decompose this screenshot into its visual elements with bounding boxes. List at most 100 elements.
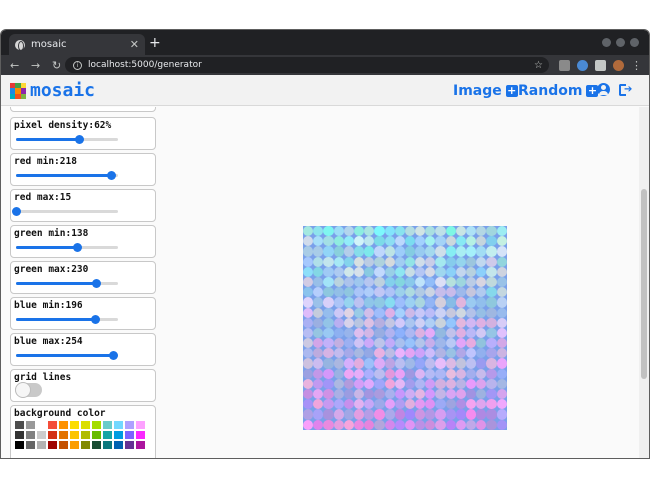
extension-badge-icon[interactable] bbox=[577, 60, 588, 71]
user-circle-icon[interactable] bbox=[597, 83, 610, 96]
reload-button[interactable]: ↻ bbox=[52, 59, 64, 72]
color-swatch[interactable] bbox=[103, 441, 112, 449]
color-swatch[interactable] bbox=[26, 431, 35, 439]
nav-image-link[interactable]: Image + bbox=[453, 83, 518, 99]
slider-thumb[interactable] bbox=[73, 243, 83, 252]
back-button[interactable]: ← bbox=[10, 59, 22, 72]
slider-thumb[interactable] bbox=[12, 207, 21, 216]
red-min-slider[interactable] bbox=[16, 171, 118, 180]
browser-menu-icon[interactable]: ⋮ bbox=[631, 59, 642, 72]
color-swatch[interactable] bbox=[125, 421, 134, 429]
color-swatch[interactable] bbox=[59, 431, 68, 439]
info-icon[interactable]: i bbox=[73, 60, 82, 70]
color-swatch[interactable] bbox=[15, 441, 24, 449]
color-swatch[interactable] bbox=[136, 441, 145, 449]
mosaic-dot bbox=[353, 348, 365, 359]
color-swatch[interactable] bbox=[81, 441, 90, 449]
color-swatch[interactable] bbox=[114, 421, 123, 429]
address-bar[interactable]: i localhost:5000/generator ☆ bbox=[65, 57, 549, 73]
color-swatch[interactable] bbox=[114, 441, 123, 449]
extension-icon[interactable] bbox=[559, 60, 570, 71]
color-swatch[interactable] bbox=[70, 421, 79, 429]
mosaic-dot bbox=[425, 368, 436, 379]
mosaic-dot bbox=[435, 358, 446, 369]
color-swatch[interactable] bbox=[103, 431, 112, 439]
close-tab-icon[interactable]: ✕ bbox=[130, 38, 139, 51]
green-min-slider[interactable] bbox=[16, 243, 118, 252]
color-swatch[interactable] bbox=[37, 441, 46, 449]
red-max-slider[interactable] bbox=[12, 207, 118, 216]
color-swatch[interactable] bbox=[125, 441, 134, 449]
nav-random-label: Random bbox=[518, 83, 583, 99]
grid-lines-control: grid lines bbox=[10, 369, 156, 402]
new-tab-button[interactable]: + bbox=[149, 35, 161, 51]
color-swatch[interactable] bbox=[92, 431, 101, 439]
color-swatch[interactable] bbox=[136, 431, 145, 439]
logout-icon[interactable]: ➔ bbox=[619, 84, 633, 96]
color-swatch[interactable] bbox=[37, 421, 46, 429]
mosaic-dot bbox=[435, 246, 446, 257]
slider-thumb[interactable] bbox=[108, 351, 118, 360]
globe-icon bbox=[15, 39, 25, 51]
grid-lines-toggle[interactable] bbox=[15, 382, 42, 398]
mosaic-dot bbox=[333, 246, 344, 257]
color-swatch[interactable] bbox=[114, 431, 123, 439]
color-swatch[interactable] bbox=[26, 421, 35, 429]
color-swatch[interactable] bbox=[92, 441, 101, 449]
color-swatch[interactable] bbox=[125, 431, 134, 439]
mosaic-dot bbox=[394, 419, 405, 430]
color-swatch[interactable] bbox=[26, 441, 35, 449]
url-text[interactable]: localhost:5000/generator bbox=[88, 60, 534, 70]
nav-random-link[interactable]: Random + bbox=[518, 83, 599, 99]
mosaic-dot bbox=[394, 307, 405, 318]
brand-name[interactable]: mosaic bbox=[30, 80, 95, 101]
color-swatch[interactable] bbox=[70, 441, 79, 449]
color-swatch[interactable] bbox=[48, 441, 57, 449]
color-swatch[interactable] bbox=[81, 421, 90, 429]
pixel-density-slider[interactable] bbox=[16, 135, 118, 144]
mosaic-dot bbox=[394, 368, 405, 379]
color-swatch[interactable] bbox=[81, 431, 90, 439]
blue-max-slider[interactable] bbox=[16, 351, 118, 360]
color-swatch[interactable] bbox=[136, 421, 145, 429]
slider-thumb[interactable] bbox=[75, 135, 85, 144]
page-scrollbar[interactable] bbox=[639, 107, 649, 458]
mosaic-dot bbox=[425, 256, 436, 267]
slider-thumb[interactable] bbox=[106, 171, 116, 180]
nav-image-label: Image bbox=[453, 83, 502, 99]
mosaic-dot bbox=[364, 419, 375, 430]
color-swatch[interactable] bbox=[48, 421, 57, 429]
blue-min-slider[interactable] bbox=[16, 315, 118, 324]
mosaic-dot bbox=[445, 419, 456, 430]
browser-tab[interactable]: mosaic ✕ bbox=[9, 34, 145, 55]
minimize-button[interactable] bbox=[602, 38, 611, 47]
color-swatch[interactable] bbox=[59, 441, 68, 449]
mosaic-logo-icon[interactable] bbox=[10, 83, 26, 99]
green-max-control: green max:230 bbox=[10, 261, 156, 294]
background-color-control: background color bbox=[10, 405, 156, 458]
profile-avatar[interactable] bbox=[613, 60, 624, 71]
green-max-slider[interactable] bbox=[16, 279, 118, 288]
color-swatch[interactable] bbox=[103, 421, 112, 429]
color-swatch[interactable] bbox=[37, 431, 46, 439]
puzzle-icon[interactable] bbox=[595, 60, 606, 71]
slider-thumb[interactable] bbox=[90, 315, 100, 324]
mosaic-dot bbox=[364, 256, 375, 267]
color-swatch[interactable] bbox=[70, 431, 79, 439]
bookmark-star-icon[interactable]: ☆ bbox=[534, 60, 543, 71]
mosaic-dot bbox=[486, 246, 497, 257]
forward-button[interactable]: → bbox=[31, 59, 43, 72]
slider-thumb[interactable] bbox=[91, 279, 101, 288]
maximize-button[interactable] bbox=[616, 38, 625, 47]
scrollbar-thumb[interactable] bbox=[641, 189, 647, 379]
mosaic-dot bbox=[394, 266, 405, 277]
mosaic-dot bbox=[323, 287, 334, 298]
color-swatch[interactable] bbox=[59, 421, 68, 429]
color-swatch[interactable] bbox=[92, 421, 101, 429]
close-window-button[interactable] bbox=[630, 38, 639, 47]
color-swatch[interactable] bbox=[15, 431, 24, 439]
color-swatch[interactable] bbox=[15, 421, 24, 429]
mosaic-dot bbox=[303, 338, 314, 349]
color-swatch[interactable] bbox=[48, 431, 57, 439]
mosaic-dot bbox=[384, 378, 395, 389]
